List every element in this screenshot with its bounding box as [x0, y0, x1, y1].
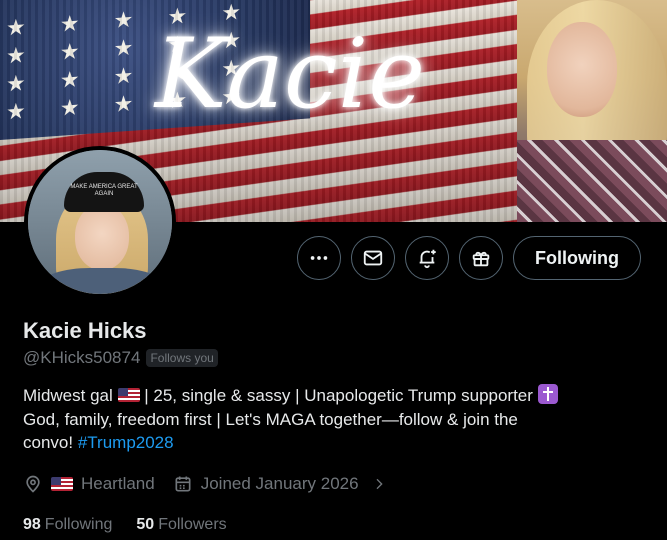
us-flag-icon [51, 477, 73, 491]
bell-plus-icon [419, 249, 436, 269]
us-flag-icon [117, 388, 140, 402]
hashtag-link[interactable]: #Trump2028 [78, 433, 174, 452]
follows-you-badge: Follows you [146, 349, 218, 367]
more-horizontal-icon [310, 256, 328, 260]
profile-bio: Midwest gal | 25, single & sassy | Unapo… [23, 384, 643, 455]
display-name: Kacie Hicks [23, 318, 147, 343]
handle-row: @KHicks50874 Follows you [23, 348, 218, 368]
followers-count-link[interactable]: 50 Followers [136, 516, 226, 534]
profile-meta: Heartland Joined January 2026 [23, 474, 405, 494]
gift-icon [472, 251, 490, 267]
chevron-right-icon [376, 478, 383, 490]
latin-cross-icon [537, 384, 558, 404]
gift-button[interactable] [459, 236, 503, 280]
banner-portrait [517, 0, 667, 222]
user-handle: @KHicks50874 [23, 348, 141, 367]
location: Heartland [23, 474, 155, 494]
envelope-icon [363, 250, 383, 266]
more-button[interactable] [297, 236, 341, 280]
banner-script-text: Kacie [154, 18, 426, 130]
follow-counts: 98 Following 50 Followers [23, 516, 251, 534]
message-button[interactable] [351, 236, 395, 280]
avatar[interactable]: MAKE AMERICA GREAT AGAIN [24, 146, 176, 298]
join-date[interactable]: Joined January 2026 [173, 474, 387, 494]
following-button[interactable]: Following [513, 236, 641, 280]
location-pin-icon [26, 475, 40, 493]
following-count-link[interactable]: 98 Following [23, 516, 112, 534]
notifications-button[interactable] [405, 236, 449, 280]
calendar-icon [175, 476, 191, 492]
